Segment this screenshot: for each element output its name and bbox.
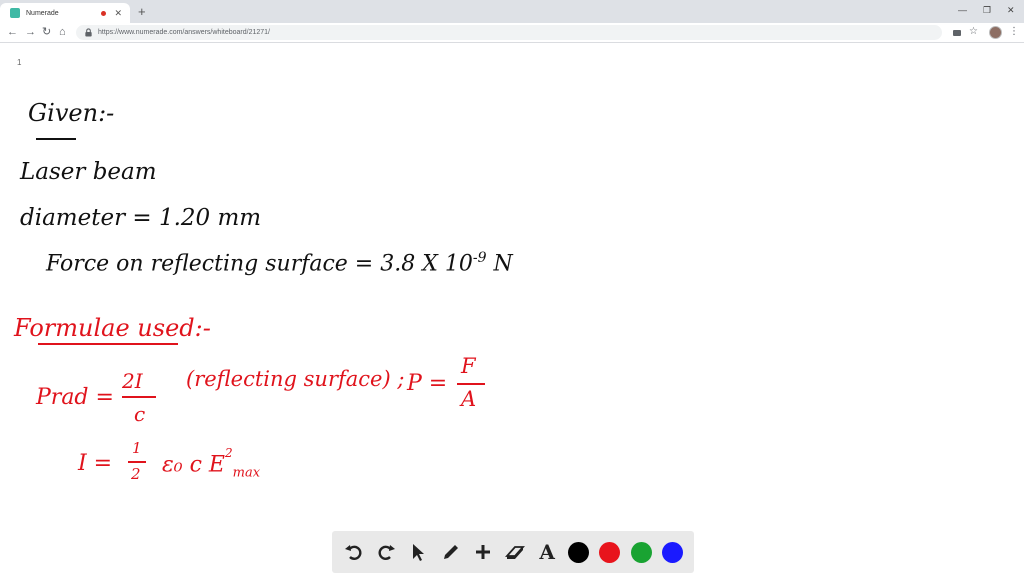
tab-strip: Numerade ✕ + — ❐ ✕	[0, 0, 1024, 23]
color-blue-swatch[interactable]	[661, 541, 683, 563]
color-green-swatch[interactable]	[630, 541, 652, 563]
cast-icon[interactable]	[952, 28, 962, 38]
laser-beam-text: Laser beam	[20, 159, 157, 185]
address-bar[interactable]: https://www.numerade.com/answers/whitebo…	[76, 25, 942, 40]
prad-lhs: Prad =	[36, 385, 114, 410]
bookmark-star-icon[interactable]: ☆	[969, 26, 978, 38]
add-icon	[475, 545, 490, 559]
text-tool-button[interactable]: A	[536, 540, 558, 564]
forward-button[interactable]: →	[25, 25, 36, 39]
profile-avatar[interactable]	[989, 26, 1002, 39]
intensity-rhs: ε₀ c E2 max	[162, 447, 261, 481]
url-text: https://www.numerade.com/answers/whitebo…	[98, 29, 270, 36]
minimize-button[interactable]: —	[958, 4, 967, 16]
new-tab-button[interactable]: +	[138, 5, 146, 19]
numerade-favicon-icon	[10, 8, 20, 18]
whiteboard-canvas[interactable]: 1 Given:- Laser beam diameter = 1.20 mm …	[0, 43, 1024, 580]
intensity-half-bar	[128, 461, 146, 463]
eraser-button[interactable]	[504, 541, 526, 563]
browser-toolbar: ← → ↻ ⌂ https://www.numerade.com/answers…	[0, 23, 1024, 43]
tab-close-icon[interactable]: ✕	[114, 8, 122, 18]
intensity-rhs-main: ε₀ c E	[162, 452, 225, 478]
back-button[interactable]: ←	[7, 25, 18, 39]
undo-icon	[345, 545, 362, 560]
given-underline	[36, 138, 76, 140]
prad-numerator: 2I	[122, 369, 143, 393]
given-heading: Given:-	[28, 99, 115, 127]
browser-menu-icon[interactable]: ⋮	[1009, 26, 1019, 38]
pen-icon	[443, 545, 458, 559]
formulae-heading: Formulae used:-	[14, 314, 211, 342]
intensity-half-numerator: 1	[132, 439, 142, 457]
prad-note: (reflecting surface) ;	[186, 367, 405, 391]
force-text: Force on reflecting surface = 3.8 X 10-9…	[46, 251, 513, 275]
redo-button[interactable]	[375, 541, 397, 563]
select-tool-button[interactable]	[407, 541, 429, 563]
pressure-numerator: F	[461, 354, 476, 378]
eraser-icon	[504, 546, 525, 559]
force-unit: N	[493, 251, 513, 277]
add-button[interactable]	[472, 541, 494, 563]
prad-denominator: c	[134, 402, 146, 426]
color-black-swatch[interactable]	[568, 541, 590, 563]
home-button[interactable]: ⌂	[59, 25, 66, 39]
intensity-half-denominator: 2	[131, 465, 141, 483]
prad-fraction-bar	[122, 396, 156, 398]
diameter-text: diameter = 1.20 mm	[20, 205, 262, 231]
pressure-fraction-bar	[457, 383, 485, 385]
recording-indicator-icon	[101, 10, 107, 16]
pressure-lhs: P =	[407, 371, 448, 396]
browser-tab[interactable]: Numerade ✕	[0, 3, 130, 23]
lock-icon	[85, 28, 92, 37]
force-label: Force on reflecting surface = 3.8 X 10	[46, 251, 473, 277]
intensity-lhs: I =	[78, 451, 113, 476]
drawing-toolbar: A	[332, 531, 694, 573]
restore-button[interactable]: ❐	[983, 4, 991, 16]
page-number: 1	[17, 58, 22, 67]
pointer-icon	[413, 544, 425, 561]
window-close-button[interactable]: ✕	[1007, 4, 1015, 16]
force-exponent: -9	[472, 250, 487, 266]
pen-tool-button[interactable]	[440, 541, 462, 563]
reload-button[interactable]: ↻	[42, 25, 51, 39]
intensity-superscript: 2	[225, 446, 233, 460]
color-red-swatch[interactable]	[599, 541, 621, 563]
intensity-subscript: max	[232, 465, 261, 481]
undo-button[interactable]	[343, 541, 365, 563]
pressure-denominator: A	[461, 387, 477, 411]
tab-title: Numerade	[26, 9, 59, 17]
redo-icon	[378, 545, 396, 560]
formulae-underline	[38, 343, 178, 345]
